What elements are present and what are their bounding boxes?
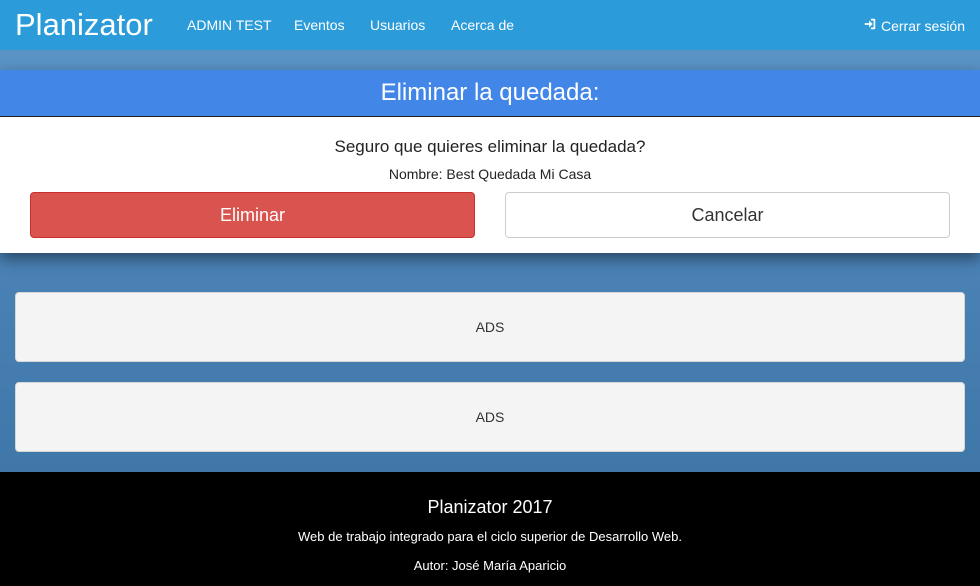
ad-box: ADS (15, 292, 965, 362)
footer-title: Planizator 2017 (427, 497, 553, 517)
dialog-title: Eliminar la quedada: (380, 79, 600, 106)
logout-link[interactable]: Cerrar sesión (863, 17, 965, 35)
navbar: Planizator ADMIN TEST Eventos Usuarios A… (0, 0, 980, 50)
delete-button[interactable]: Eliminar (30, 192, 475, 238)
ad-label: ADS (475, 409, 505, 425)
delete-dialog: Eliminar la quedada: Seguro que quieres … (0, 70, 980, 253)
logout-label: Cerrar sesión (880, 17, 965, 34)
footer-description: Web de trabajo integrado para el ciclo s… (298, 529, 682, 544)
nav-item-eventos[interactable]: Eventos (294, 17, 345, 34)
ad-label: ADS (475, 319, 505, 335)
footer: Planizator 2017 Web de trabajo integrado… (0, 472, 980, 586)
footer-author: Autor: José María Aparicio (413, 558, 567, 573)
nav-item-admin-test[interactable]: ADMIN TEST (187, 17, 272, 34)
ad-box: ADS (15, 382, 965, 452)
nav-item-usuarios[interactable]: Usuarios (370, 17, 425, 34)
dialog-question: Seguro que quieres eliminar la quedada? (334, 137, 646, 156)
brand-logo[interactable]: Planizator (15, 6, 153, 44)
nav-item-acerca-de[interactable]: Acerca de (451, 17, 514, 34)
event-name: Nombre: Best Quedada Mi Casa (388, 166, 592, 182)
sign-in-icon (863, 17, 877, 35)
dialog-header: Eliminar la quedada: (0, 70, 980, 117)
cancel-button[interactable]: Cancelar (505, 192, 950, 238)
